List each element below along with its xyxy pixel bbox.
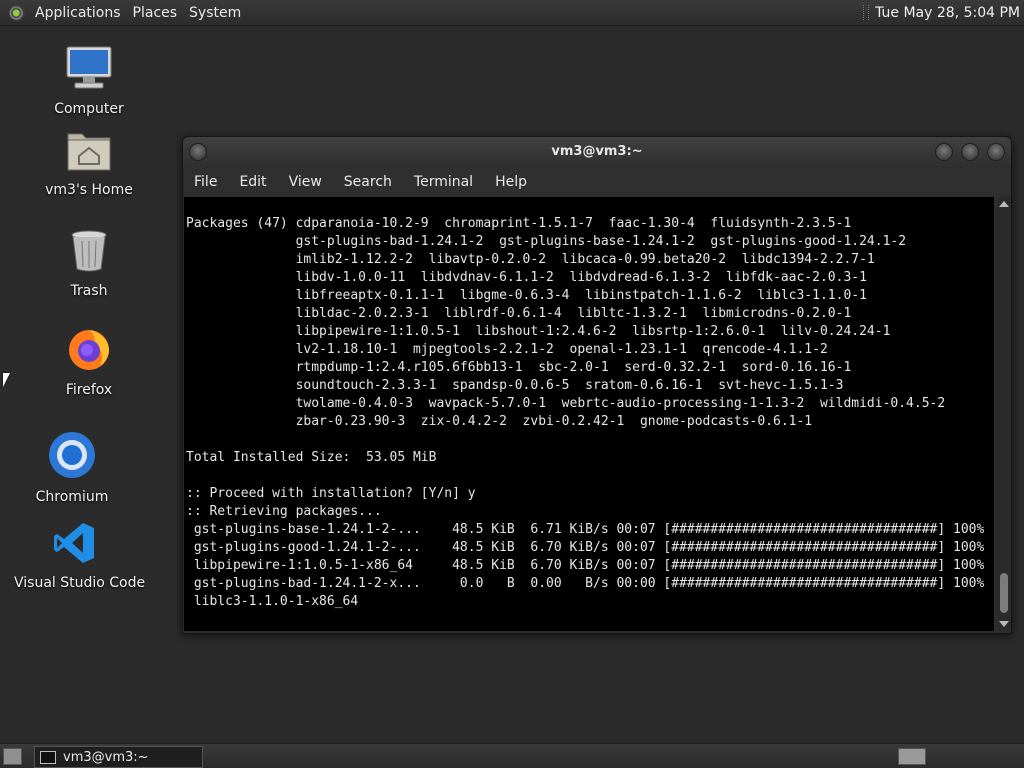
maximize-button[interactable] bbox=[961, 143, 979, 161]
show-desktop-button[interactable] bbox=[3, 748, 22, 765]
desktop-icon-trash[interactable]: Trash bbox=[44, 229, 134, 299]
menu-file[interactable]: File bbox=[183, 174, 228, 190]
window-titlebar[interactable]: vm3@vm3:~ bbox=[183, 137, 1011, 167]
desktop-icon-vscode[interactable]: Visual Studio Code bbox=[14, 521, 145, 591]
scroll-down-arrow-icon[interactable] bbox=[999, 621, 1009, 627]
system-menu[interactable]: System bbox=[183, 5, 247, 21]
menu-view[interactable]: View bbox=[278, 174, 333, 190]
bottom-panel: vm3@vm3:~ bbox=[0, 743, 1024, 768]
desktop-icon-home[interactable]: vm3's Home bbox=[44, 128, 134, 198]
desktop-icon-chromium[interactable]: Chromium bbox=[26, 431, 118, 505]
terminal-text: Packages (47) cdparanoia-10.2-9 chromapr… bbox=[186, 216, 985, 609]
firefox-icon bbox=[69, 330, 109, 370]
terminal-scrollbar[interactable] bbox=[997, 197, 1011, 631]
minimize-button[interactable] bbox=[935, 143, 953, 161]
top-panel: Applications Places System Tue May 28, 5… bbox=[0, 0, 1024, 26]
taskbar-label: vm3@vm3:~ bbox=[63, 749, 149, 765]
home-folder-icon bbox=[67, 133, 111, 171]
terminal-menubar: File Edit View Search Terminal Help bbox=[183, 167, 1011, 197]
menu-edit[interactable]: Edit bbox=[228, 174, 277, 190]
menu-help[interactable]: Help bbox=[484, 174, 538, 190]
desktop-icon-firefox[interactable]: Firefox bbox=[44, 326, 134, 398]
chromium-icon bbox=[49, 432, 95, 478]
clock[interactable]: Tue May 28, 5:04 PM bbox=[875, 5, 1024, 21]
computer-icon bbox=[66, 46, 112, 89]
mouse-cursor-icon bbox=[3, 373, 10, 387]
trash-icon bbox=[71, 230, 107, 272]
scrollbar-thumb[interactable] bbox=[1000, 573, 1008, 613]
desktop-icon-computer[interactable]: Computer bbox=[44, 45, 134, 117]
terminal-output[interactable]: Packages (47) cdparanoia-10.2-9 chromapr… bbox=[184, 197, 994, 631]
places-menu[interactable]: Places bbox=[127, 5, 184, 21]
terminal-window[interactable]: vm3@vm3:~ File Edit View Search Terminal… bbox=[182, 136, 1012, 634]
workspace-switcher[interactable] bbox=[898, 748, 926, 765]
menu-search[interactable]: Search bbox=[333, 174, 403, 190]
menu-terminal[interactable]: Terminal bbox=[403, 174, 484, 190]
mate-menu-icon[interactable] bbox=[9, 4, 25, 21]
scroll-up-arrow-icon[interactable] bbox=[999, 201, 1009, 207]
vscode-icon bbox=[54, 523, 94, 563]
taskbar-terminal-button[interactable]: vm3@vm3:~ bbox=[34, 746, 203, 768]
applications-menu[interactable]: Applications bbox=[29, 5, 127, 21]
panel-separator bbox=[863, 5, 870, 20]
terminal-icon bbox=[40, 750, 56, 764]
close-button[interactable] bbox=[987, 143, 1005, 161]
window-title: vm3@vm3:~ bbox=[551, 144, 643, 159]
